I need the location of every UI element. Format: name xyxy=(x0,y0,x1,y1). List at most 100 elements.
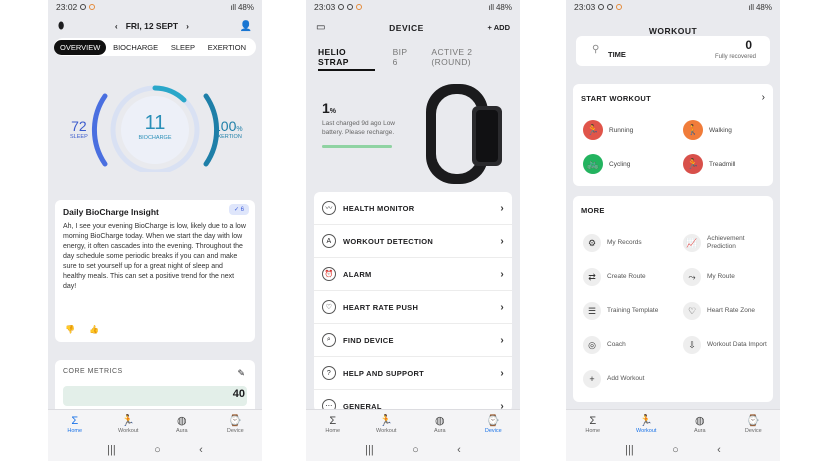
nav-device-label: Device xyxy=(484,428,502,434)
nav-aura-label: Aura xyxy=(693,428,706,434)
menu-item-label: HEART RATE PUSH xyxy=(343,302,419,312)
battery-fill xyxy=(322,145,392,148)
chevron-right-icon: › xyxy=(500,235,504,247)
chevron-right-icon: › xyxy=(500,334,504,346)
page-title: DEVICE xyxy=(389,22,424,33)
more-item-label: Workout Data Import xyxy=(707,341,767,348)
chat-icon[interactable]: ▭ xyxy=(316,22,325,33)
nav-workout[interactable]: 🏃 Workout xyxy=(626,415,666,434)
exertion-unit: % xyxy=(236,126,243,133)
chevron-right-icon: › xyxy=(500,367,504,379)
time-value: 0 xyxy=(745,38,752,52)
battery-unit: % xyxy=(329,108,337,115)
notification-icon xyxy=(80,4,87,10)
more-item-create-route[interactable]: ⇄ Create Route xyxy=(583,268,668,286)
coach-icon: ◎ xyxy=(583,336,601,354)
more-item-achievement-prediction[interactable]: 📈 Achievement Prediction xyxy=(683,234,768,252)
core-metric-row[interactable] xyxy=(63,386,247,406)
prediction-icon: 📈 xyxy=(683,234,701,252)
thumbs-up-icon[interactable]: 👍 xyxy=(89,325,99,334)
heart-icon: ♡ xyxy=(322,300,336,314)
workout-screen: 23:03 ıll 48% WORKOUT ⚲ TIME 0 Fully rec… xyxy=(566,0,780,461)
home-circle-icon[interactable]: ○ xyxy=(154,444,161,456)
tab-helio-strap[interactable]: HELIO STRAP xyxy=(318,47,375,71)
tab-bip-6[interactable]: BIP 6 xyxy=(393,47,414,71)
chevron-left-icon[interactable]: ‹ xyxy=(115,21,118,31)
workout-detection-icon: A xyxy=(322,234,336,248)
exertion-label: EXERTION xyxy=(213,134,242,140)
nav-device[interactable]: ⌚ Device xyxy=(473,415,513,434)
logo-icon: ⬮ xyxy=(58,20,65,32)
activity-treadmill[interactable]: 🏃 Treadmill xyxy=(683,154,736,174)
nav-workout-label: Workout xyxy=(118,428,139,434)
add-device-button[interactable]: + ADD xyxy=(488,23,510,32)
menu-item-label: FIND DEVICE xyxy=(343,335,394,345)
exertion-gauge[interactable]: 100% EXERTION xyxy=(213,118,243,140)
thumbs-down-icon[interactable]: 👎 xyxy=(65,325,75,334)
menu-item-heart-rate-push[interactable]: ♡ HEART RATE PUSH › xyxy=(314,291,512,324)
system-nav: ||| ○ ‹ xyxy=(306,439,520,461)
sleep-gauge[interactable]: 72 SLEEP xyxy=(70,118,88,140)
sigma-icon: Σ xyxy=(329,415,337,427)
tab-overview[interactable]: OVERVIEW xyxy=(54,39,107,55)
nav-device[interactable]: ⌚ Device xyxy=(215,415,255,434)
profile-icon[interactable]: 👤 xyxy=(240,21,252,32)
biocharge-gauge[interactable]: 11 BIOCHARGE xyxy=(134,112,176,141)
nav-device-label: Device xyxy=(226,428,244,434)
menu-item-alarm[interactable]: ⏰ ALARM › xyxy=(314,258,512,291)
notification-icon xyxy=(616,4,623,10)
nav-workout[interactable]: 🏃 Workout xyxy=(366,415,406,434)
more-item-my-records[interactable]: ⚙ My Records xyxy=(583,234,668,252)
start-workout-card: START WORKOUT › 🏃 Running 🚶 Walking 🚲 Cy… xyxy=(573,84,773,186)
nav-workout-label: Workout xyxy=(636,428,657,434)
back-icon[interactable]: ‹ xyxy=(199,444,203,456)
more-item-training-template[interactable]: ☰ Training Template xyxy=(583,302,668,320)
more-item-label: Create Route xyxy=(607,273,646,280)
more-item-workout-data-import[interactable]: ⇩ Workout Data Import xyxy=(683,336,768,354)
more-item-add-workout[interactable]: + Add Workout xyxy=(583,370,668,388)
nav-aura-label: Aura xyxy=(433,428,446,434)
nav-home[interactable]: Σ Home xyxy=(55,415,95,434)
sleep-arc xyxy=(91,93,108,167)
activity-walking[interactable]: 🚶 Walking xyxy=(683,120,732,140)
menu-item-help-and-support[interactable]: ? HELP AND SUPPORT › xyxy=(314,357,512,390)
status-bar: 23:02 ıll 48% xyxy=(48,0,262,14)
more-item-coach[interactable]: ◎ Coach xyxy=(583,336,668,354)
chevron-right-icon[interactable]: › xyxy=(762,92,765,103)
nav-aura[interactable]: ◍ Aura xyxy=(162,415,202,434)
home-circle-icon[interactable]: ○ xyxy=(412,444,419,456)
signal-icon: ıll xyxy=(748,2,754,12)
more-item-heart-rate-zone[interactable]: ♡ Heart Rate Zone xyxy=(683,302,768,320)
nav-home[interactable]: Σ Home xyxy=(573,415,613,434)
more-item-my-route[interactable]: ⤳ My Route xyxy=(683,268,768,286)
core-metric-value: 40 xyxy=(232,388,245,400)
home-circle-icon[interactable]: ○ xyxy=(672,444,679,456)
nav-aura[interactable]: ◍ Aura xyxy=(420,415,460,434)
nav-home[interactable]: Σ Home xyxy=(313,415,353,434)
recovery-time-card[interactable]: ⚲ TIME 0 Fully recovered xyxy=(576,36,770,66)
back-icon[interactable]: ‹ xyxy=(457,444,461,456)
recents-icon[interactable]: ||| xyxy=(107,444,116,456)
nav-aura[interactable]: ◍ Aura xyxy=(680,415,720,434)
notification-icon xyxy=(598,4,605,10)
date-label[interactable]: FRI, 12 SEPT xyxy=(126,21,178,31)
date-selector: ‹ FRI, 12 SEPT › xyxy=(115,21,189,31)
recents-icon[interactable]: ||| xyxy=(625,444,634,456)
recents-icon[interactable]: ||| xyxy=(365,444,374,456)
insight-badge[interactable]: ✓ 6 xyxy=(228,204,249,215)
menu-item-find-device[interactable]: ⌕ FIND DEVICE › xyxy=(314,324,512,357)
menu-item-health-monitor[interactable]: 〰 HEALTH MONITOR › xyxy=(314,192,512,225)
tab-active-2-round[interactable]: ACTIVE 2 (ROUND) xyxy=(431,47,508,71)
edit-icon[interactable]: ✎ xyxy=(237,368,245,379)
tab-sleep[interactable]: SLEEP xyxy=(165,40,201,55)
activity-cycling[interactable]: 🚲 Cycling xyxy=(583,154,630,174)
nav-workout[interactable]: 🏃 Workout xyxy=(108,415,148,434)
tab-exertion[interactable]: EXERTION xyxy=(202,40,252,55)
activity-running[interactable]: 🏃 Running xyxy=(583,120,633,140)
back-icon[interactable]: ‹ xyxy=(717,444,721,456)
chevron-right-icon[interactable]: › xyxy=(186,21,189,31)
bottom-nav: Σ Home 🏃 Workout ◍ Aura ⌚ Device xyxy=(566,409,780,439)
nav-device[interactable]: ⌚ Device xyxy=(733,415,773,434)
menu-item-workout-detection[interactable]: A WORKOUT DETECTION › xyxy=(314,225,512,258)
tab-biocharge[interactable]: BIOCHARGE xyxy=(107,40,164,55)
